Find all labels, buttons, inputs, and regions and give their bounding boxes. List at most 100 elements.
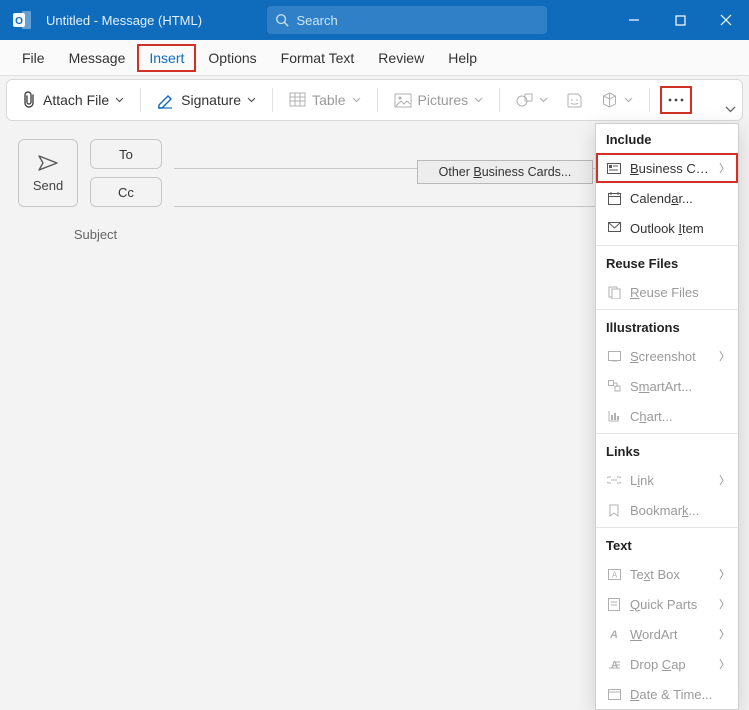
- item-drop-cap: A Drop Cap 〉: [596, 649, 738, 679]
- outlook-icon: O: [8, 6, 36, 34]
- send-button[interactable]: Send: [18, 139, 78, 207]
- shapes-button[interactable]: [510, 88, 554, 112]
- item-label: WordArt: [630, 627, 711, 642]
- menu-help[interactable]: Help: [436, 44, 489, 72]
- svg-text:A: A: [611, 570, 617, 579]
- attach-file-button[interactable]: Attach File: [15, 87, 130, 113]
- item-smartart: SmartArt...: [596, 371, 738, 401]
- item-link: Link 〉: [596, 465, 738, 495]
- chevron-right-icon: 〉: [719, 348, 730, 364]
- section-links: Links: [596, 436, 738, 465]
- search-input[interactable]: Search: [267, 6, 547, 34]
- signature-button[interactable]: Signature: [151, 87, 262, 113]
- table-icon: [289, 92, 306, 108]
- attach-file-label: Attach File: [43, 92, 109, 108]
- submenu-other-business-cards[interactable]: Other Business Cards...: [417, 160, 593, 184]
- chevron-right-icon: 〉: [719, 596, 730, 612]
- subject-label: Subject: [18, 227, 173, 242]
- item-reuse-files: Reuse Files: [596, 277, 738, 307]
- menu-message[interactable]: Message: [57, 44, 138, 72]
- picture-icon: [394, 93, 412, 108]
- item-business-card[interactable]: Business Card 〉: [596, 153, 738, 183]
- bizcard-icon: [606, 163, 622, 174]
- chevron-down-icon: [725, 106, 736, 113]
- item-chart: Chart...: [596, 401, 738, 431]
- separator: [649, 88, 650, 112]
- chevron-down-icon: [247, 97, 256, 103]
- item-label: Drop Cap: [630, 657, 711, 672]
- item-quick-parts: Quick Parts 〉: [596, 589, 738, 619]
- ribbon: Attach File Signature Table Pictures: [6, 79, 743, 121]
- chart-icon: [606, 410, 622, 422]
- menu-file[interactable]: File: [10, 44, 57, 72]
- menu-format-text[interactable]: Format Text: [269, 44, 367, 72]
- item-label: Date & Time...: [630, 687, 730, 702]
- ellipsis-icon: [667, 97, 685, 103]
- separator: [272, 88, 273, 112]
- close-button[interactable]: [703, 0, 749, 40]
- smartart-icon: [606, 380, 622, 392]
- separator: [140, 88, 141, 112]
- menu-options[interactable]: Options: [196, 44, 268, 72]
- shapes-icon: [516, 92, 533, 108]
- item-screenshot: Screenshot 〉: [596, 341, 738, 371]
- chevron-down-icon: [352, 97, 361, 103]
- table-label: Table: [312, 92, 345, 108]
- item-label: Text Box: [630, 567, 711, 582]
- signature-label: Signature: [181, 92, 241, 108]
- paperclip-icon: [21, 91, 37, 109]
- ribbon-expand-button[interactable]: [725, 100, 736, 118]
- item-outlook-item[interactable]: Outlook Item: [596, 213, 738, 243]
- datetime-icon: [606, 688, 622, 700]
- chevron-right-icon: 〉: [719, 472, 730, 488]
- dropcap-icon: A: [606, 659, 622, 670]
- search-icon: [275, 13, 289, 27]
- table-button[interactable]: Table: [283, 88, 366, 112]
- item-label: Calendar...: [630, 191, 730, 206]
- minimize-button[interactable]: [611, 0, 657, 40]
- cube-icon: [601, 92, 618, 109]
- item-bookmark: Bookmark...: [596, 495, 738, 525]
- titlebar: O Untitled - Message (HTML) Search: [0, 0, 749, 40]
- cc-button[interactable]: Cc: [90, 177, 162, 207]
- chevron-right-icon: 〉: [719, 160, 730, 176]
- to-button[interactable]: To: [90, 139, 162, 169]
- section-text: Text: [596, 530, 738, 559]
- chevron-right-icon: 〉: [719, 626, 730, 642]
- separator: [377, 88, 378, 112]
- item-text-box: A Text Box 〉: [596, 559, 738, 589]
- send-icon: [37, 154, 59, 172]
- item-label: Business Card: [630, 161, 711, 176]
- send-label: Send: [33, 178, 63, 193]
- menu-insert[interactable]: Insert: [137, 44, 196, 72]
- menu-review[interactable]: Review: [366, 44, 436, 72]
- link-icon: [606, 476, 622, 484]
- item-calendar[interactable]: Calendar...: [596, 183, 738, 213]
- overflow-panel: Include Business Card 〉 Calendar... Outl…: [595, 123, 739, 710]
- sticker-icon: [566, 92, 583, 109]
- pictures-label: Pictures: [418, 92, 469, 108]
- item-label: Bookmark...: [630, 503, 730, 518]
- item-label: Outlook Item: [630, 221, 730, 236]
- item-label: Link: [630, 473, 711, 488]
- chevron-right-icon: 〉: [719, 566, 730, 582]
- models-button[interactable]: [595, 88, 639, 113]
- item-label: Chart...: [630, 409, 730, 424]
- outlook-item-icon: [606, 222, 622, 234]
- maximize-button[interactable]: [657, 0, 703, 40]
- textbox-icon: A: [606, 569, 622, 580]
- pictures-button[interactable]: Pictures: [388, 88, 490, 112]
- section-reuse-files: Reuse Files: [596, 248, 738, 277]
- window-title: Untitled - Message (HTML): [46, 13, 202, 28]
- bookmark-icon: [606, 504, 622, 517]
- item-label: Reuse Files: [630, 285, 730, 300]
- item-label: Quick Parts: [630, 597, 711, 612]
- section-include: Include: [596, 124, 738, 153]
- wordart-icon: A: [606, 628, 622, 640]
- icons-button[interactable]: [560, 88, 589, 113]
- chevron-right-icon: 〉: [719, 656, 730, 672]
- svg-text:O: O: [15, 16, 23, 27]
- more-commands-button[interactable]: [660, 86, 692, 114]
- menu-bar: File Message Insert Options Format Text …: [0, 40, 749, 76]
- screenshot-icon: [606, 351, 622, 362]
